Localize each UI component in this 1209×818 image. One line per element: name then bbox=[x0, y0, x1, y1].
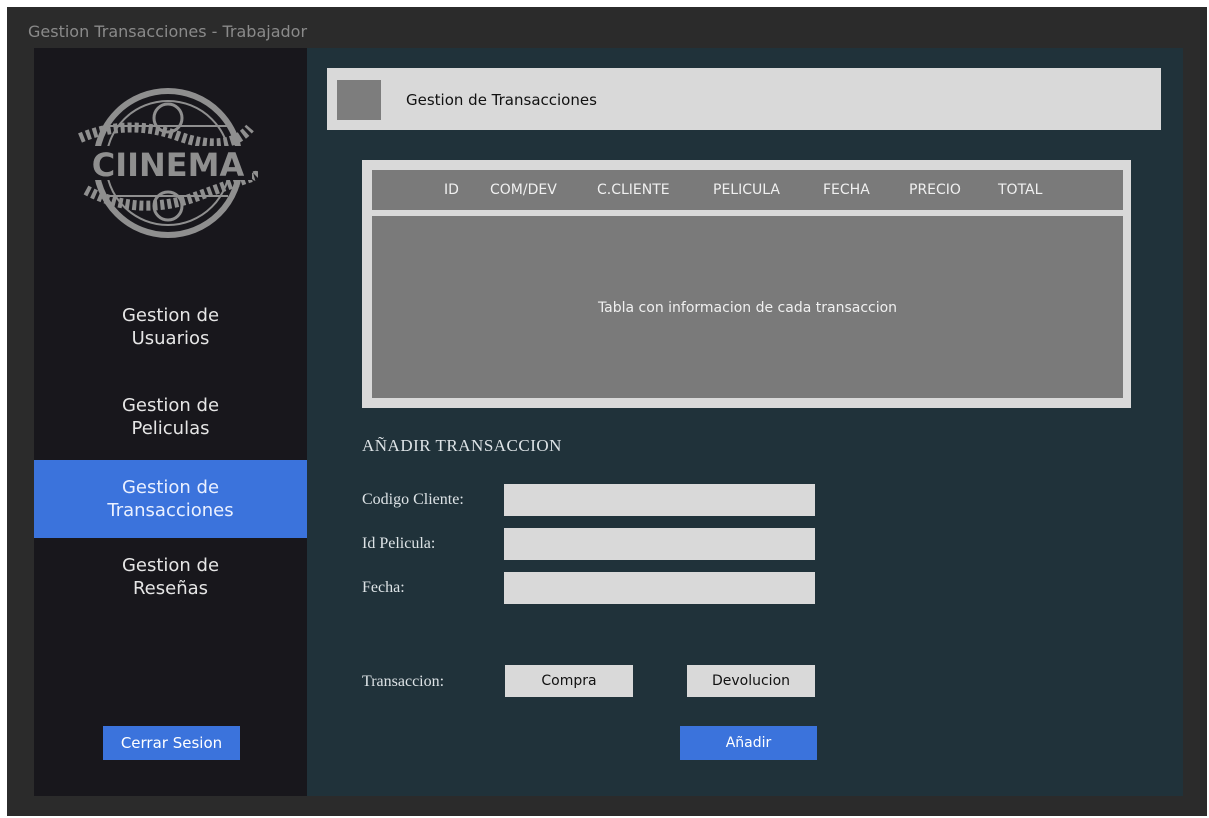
column-header-c-cliente: C.CLIENTE bbox=[597, 182, 670, 198]
fecha-input[interactable] bbox=[504, 572, 815, 604]
logo-text: CIINEMA bbox=[92, 146, 245, 184]
add-button[interactable]: Añadir bbox=[680, 726, 817, 760]
add-transaction-title: AÑADIR TRANSACCION bbox=[362, 436, 562, 455]
sidebar-item-resenas[interactable]: Gestion de Reseñas bbox=[34, 538, 307, 616]
column-header-fecha: FECHA bbox=[823, 182, 870, 198]
transaccion-label: Transaccion: bbox=[362, 673, 445, 690]
logout-button[interactable]: Cerrar Sesion bbox=[103, 726, 240, 760]
table-placeholder-text: Tabla con informacion de cada transaccio… bbox=[597, 300, 898, 316]
page-title: Gestion de Transacciones bbox=[406, 91, 597, 109]
codigo-cliente-label: Codigo Cliente: bbox=[362, 491, 464, 508]
window-title: Gestion Transacciones - Trabajador bbox=[28, 22, 308, 41]
transactions-table-body[interactable]: Tabla con informacion de cada transaccio… bbox=[372, 216, 1123, 398]
sidebar-item-peliculas[interactable]: Gestion de Peliculas bbox=[34, 378, 307, 456]
sidebar-item-label: Gestion de Peliculas bbox=[121, 395, 220, 439]
id-pelicula-label: Id Pelicula: bbox=[362, 535, 436, 552]
cinema-logo: CIINEMA bbox=[78, 88, 258, 238]
id-pelicula-input[interactable] bbox=[504, 528, 815, 560]
sidebar-item-usuarios[interactable]: Gestion de Usuarios bbox=[34, 288, 307, 366]
column-header-total: TOTAL bbox=[998, 182, 1043, 198]
column-header-com-dev: COM/DEV bbox=[490, 182, 557, 198]
fecha-label: Fecha: bbox=[362, 579, 405, 596]
compra-button[interactable]: Compra bbox=[505, 665, 633, 697]
table-header-row: ID COM/DEV C.CLIENTE PELICULA FECHA PREC… bbox=[372, 170, 1123, 210]
column-header-id: ID bbox=[444, 182, 459, 198]
sidebar-item-label: Gestion de Reseñas bbox=[121, 555, 220, 599]
sidebar-item-label: Gestion de Transacciones bbox=[107, 477, 234, 521]
column-header-pelicula: PELICULA bbox=[713, 182, 780, 198]
column-header-precio: PRECIO bbox=[909, 182, 961, 198]
codigo-cliente-input[interactable] bbox=[504, 484, 815, 516]
sidebar-item-label: Gestion de Usuarios bbox=[121, 305, 220, 349]
sidebar-item-transacciones[interactable]: Gestion de Transacciones bbox=[34, 460, 307, 538]
devolucion-button[interactable]: Devolucion bbox=[687, 665, 815, 697]
header-icon bbox=[337, 80, 381, 120]
